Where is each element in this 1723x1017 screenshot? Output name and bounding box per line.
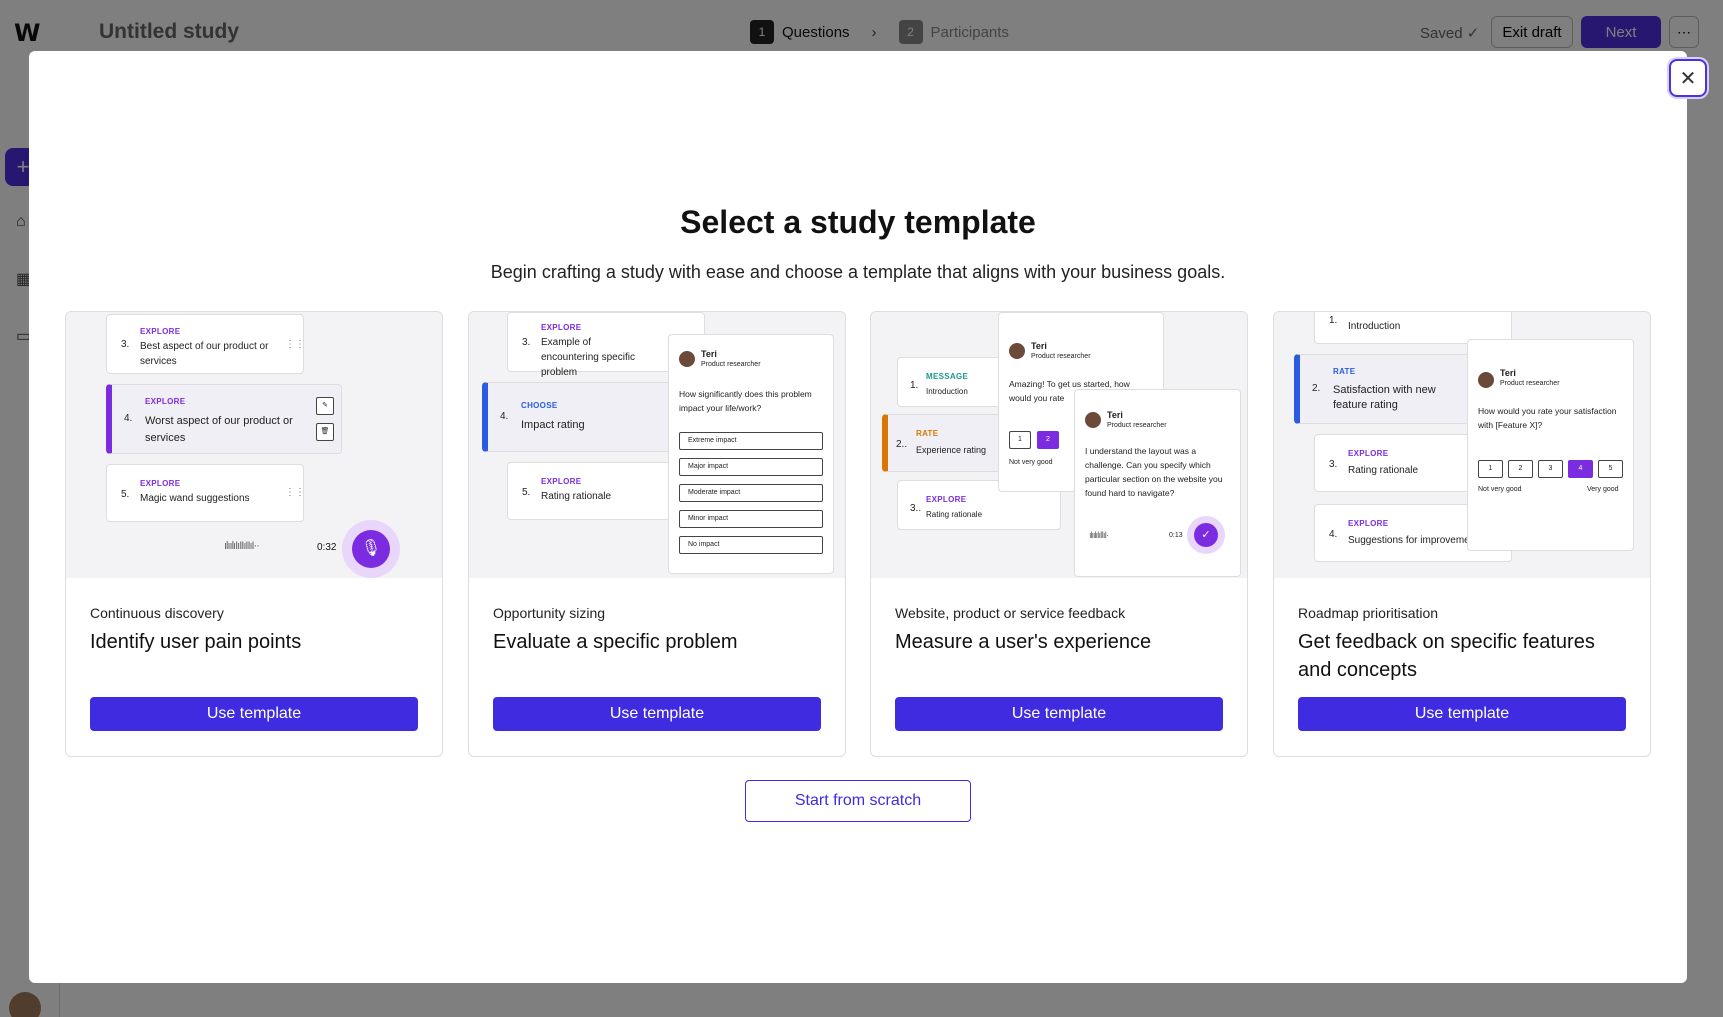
card-category: Continuous discovery (90, 605, 224, 621)
template-modal: ✕ Select a study template Begin crafting… (29, 51, 1707, 983)
edit-icon: ✎ (316, 397, 334, 415)
template-card-specific-problem[interactable]: 3. EXPLORE Example of encountering speci… (468, 311, 846, 757)
use-template-button[interactable]: Use template (493, 697, 821, 731)
card-title: Get feedback on specific features and co… (1298, 631, 1595, 681)
question-card-selected: 2.. RATE Experience rating (882, 414, 1007, 472)
question-card-selected: 4. EXPLORE Worst aspect of our product o… (106, 384, 342, 454)
researcher-avatar (1085, 412, 1101, 428)
modal-subtitle: Begin crafting a study with ease and cho… (490, 262, 1226, 282)
check-icon: ✓ (1194, 523, 1218, 547)
card-title: Evaluate a specific problem (493, 631, 738, 653)
question-card: 5. EXPLORE Magic wand suggestions ⋮⋮ (106, 464, 305, 522)
template-card-user-experience[interactable]: 1. MESSAGE Introduction 2.. RATE Experie… (870, 311, 1248, 757)
researcher-avatar (1009, 343, 1025, 359)
microphone-icon: 🎙 (352, 530, 390, 568)
trash-icon: 🗑 (316, 423, 334, 441)
question-card: 1. MESSAGE Introduction (897, 357, 1007, 407)
drag-handle-icon: ⋮⋮ (285, 487, 305, 498)
card-category: Website, product or service feedback (895, 605, 1126, 621)
drag-handle-icon: ⋮⋮ (285, 339, 305, 350)
researcher-avatar (679, 351, 695, 367)
question-card-selected: 4. CHOOSE Impact rating (482, 382, 682, 452)
question-card: 3. EXPLORE Best aspect of our product or… (106, 314, 305, 374)
modal-title: Select a study template (680, 204, 1036, 240)
template-card-pain-points[interactable]: 3. EXPLORE Best aspect of our product or… (65, 311, 443, 757)
use-template-button[interactable]: Use template (90, 697, 418, 731)
recording-time: 0:32 (317, 542, 337, 553)
question-card-selected: 2. RATE Satisfaction with new feature ra… (1294, 354, 1474, 424)
card-title: Measure a user's experience (895, 631, 1152, 653)
template-preview: 1. MESSAGE Introduction 2.. RATE Experie… (871, 312, 1247, 578)
use-template-button[interactable]: Use template (895, 697, 1223, 731)
chat-panel: Teri Product researcher I understand the… (1074, 389, 1241, 577)
start-from-scratch-button[interactable]: Start from scratch (745, 780, 971, 822)
chat-panel: Teri Product researcher How would you ra… (1467, 339, 1634, 551)
card-title: Identify user pain points (90, 631, 302, 653)
template-card-features-concepts[interactable]: 1. Introduction 2. RATE Satisfaction wit… (1273, 311, 1651, 757)
template-preview: 1. Introduction 2. RATE Satisfaction wit… (1274, 312, 1650, 578)
researcher-avatar (1478, 372, 1494, 388)
use-template-button[interactable]: Use template (1298, 697, 1626, 731)
card-category: Opportunity sizing (493, 605, 606, 621)
audio-waveform-icon: ılıılıIıIIıIIıI·· (224, 540, 260, 552)
audio-waveform-icon: ılıılıIıIIıI· (1089, 530, 1109, 540)
template-preview: 3. EXPLORE Best aspect of our product or… (66, 312, 442, 578)
template-preview: 3. EXPLORE Example of encountering speci… (469, 312, 845, 578)
chat-panel: Teri Product researcher How significantl… (668, 334, 834, 574)
close-button[interactable]: ✕ (1669, 59, 1707, 97)
card-category: Roadmap prioritisation (1298, 605, 1439, 621)
